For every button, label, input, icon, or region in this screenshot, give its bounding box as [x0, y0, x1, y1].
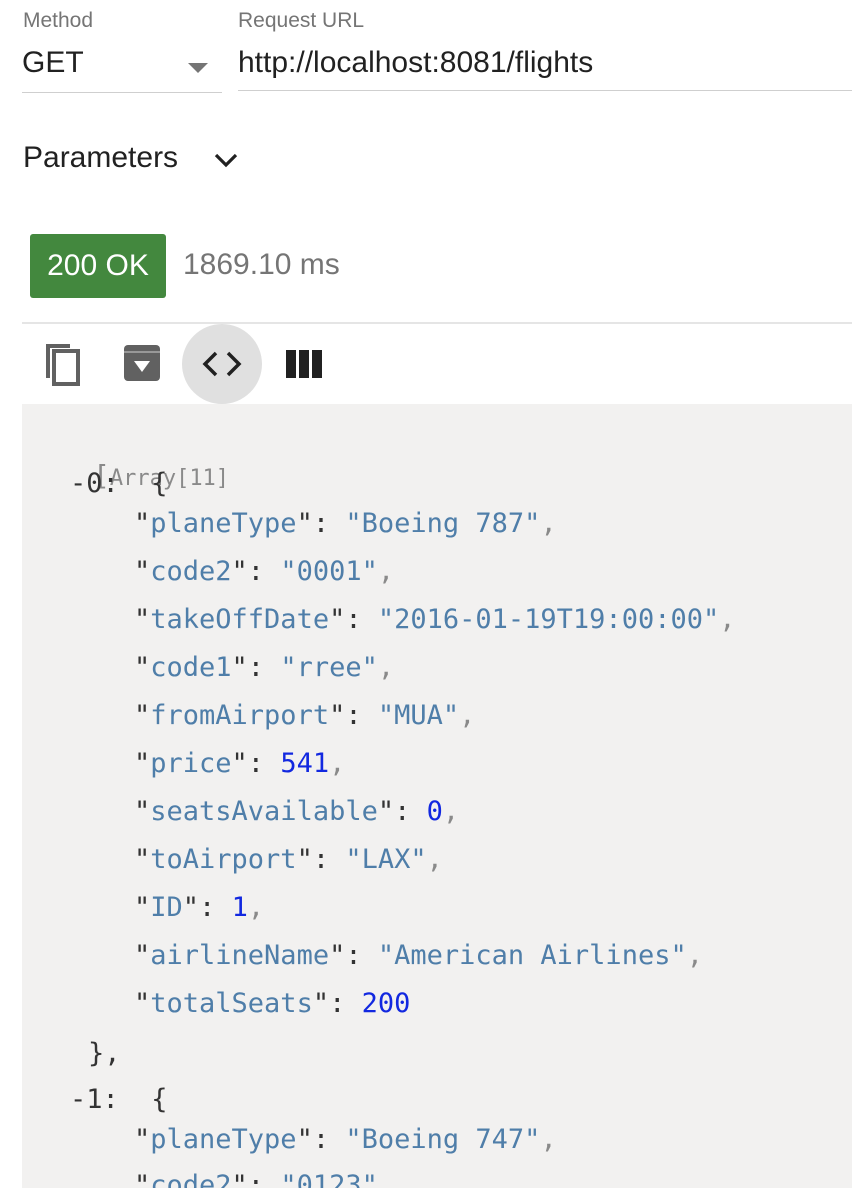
- status-badge: 200 OK: [30, 234, 166, 298]
- json-field: "toAirport": "LAX",: [134, 844, 443, 875]
- method-select[interactable]: GET: [22, 46, 84, 80]
- json-field: "planeType": "Boeing 747",: [134, 1124, 557, 1155]
- url-label: Request URL: [238, 9, 365, 32]
- download-button[interactable]: [118, 340, 166, 388]
- url-underline: [238, 90, 852, 91]
- json-field: "code2": "0001",: [134, 556, 395, 587]
- chevron-down-icon[interactable]: [212, 148, 240, 177]
- json-field: "totalSeats": 200: [134, 988, 411, 1019]
- columns-button[interactable]: [282, 342, 326, 386]
- array-item-index[interactable]: -0: {: [70, 466, 168, 502]
- array-item-index[interactable]: -1: {: [70, 1082, 168, 1118]
- json-field: "code2": "0123",: [134, 1170, 395, 1188]
- dropdown-arrow-icon[interactable]: [188, 63, 208, 73]
- json-field: "fromAirport": "MUA",: [134, 700, 476, 731]
- download-icon: [124, 345, 160, 381]
- method-underline: [22, 92, 222, 93]
- response-body: [Array[11] -0: { "planeType": "Boeing 78…: [22, 404, 852, 1188]
- copy-button[interactable]: [36, 338, 88, 390]
- columns-icon: [286, 350, 322, 378]
- json-field: "code1": "rree",: [134, 652, 395, 683]
- url-input[interactable]: http://localhost:8081/flights: [238, 46, 593, 80]
- copy-icon: [46, 344, 80, 386]
- object-close: },: [88, 1038, 121, 1069]
- json-field: "seatsAvailable": 0,: [134, 796, 460, 827]
- json-field: "ID": 1,: [134, 892, 265, 923]
- json-field: "price": 541,: [134, 748, 346, 779]
- method-label: Method: [23, 9, 94, 32]
- parameters-toggle[interactable]: Parameters: [23, 141, 178, 175]
- response-time: 1869.10 ms: [183, 248, 340, 281]
- json-field: "airlineName": "American Airlines",: [134, 940, 703, 971]
- json-field: "takeOffDate": "2016-01-19T19:00:00",: [134, 604, 736, 635]
- divider: [22, 322, 852, 324]
- code-view-button[interactable]: [182, 324, 262, 404]
- json-field: "planeType": "Boeing 787",: [134, 508, 557, 539]
- code-icon: [202, 351, 242, 377]
